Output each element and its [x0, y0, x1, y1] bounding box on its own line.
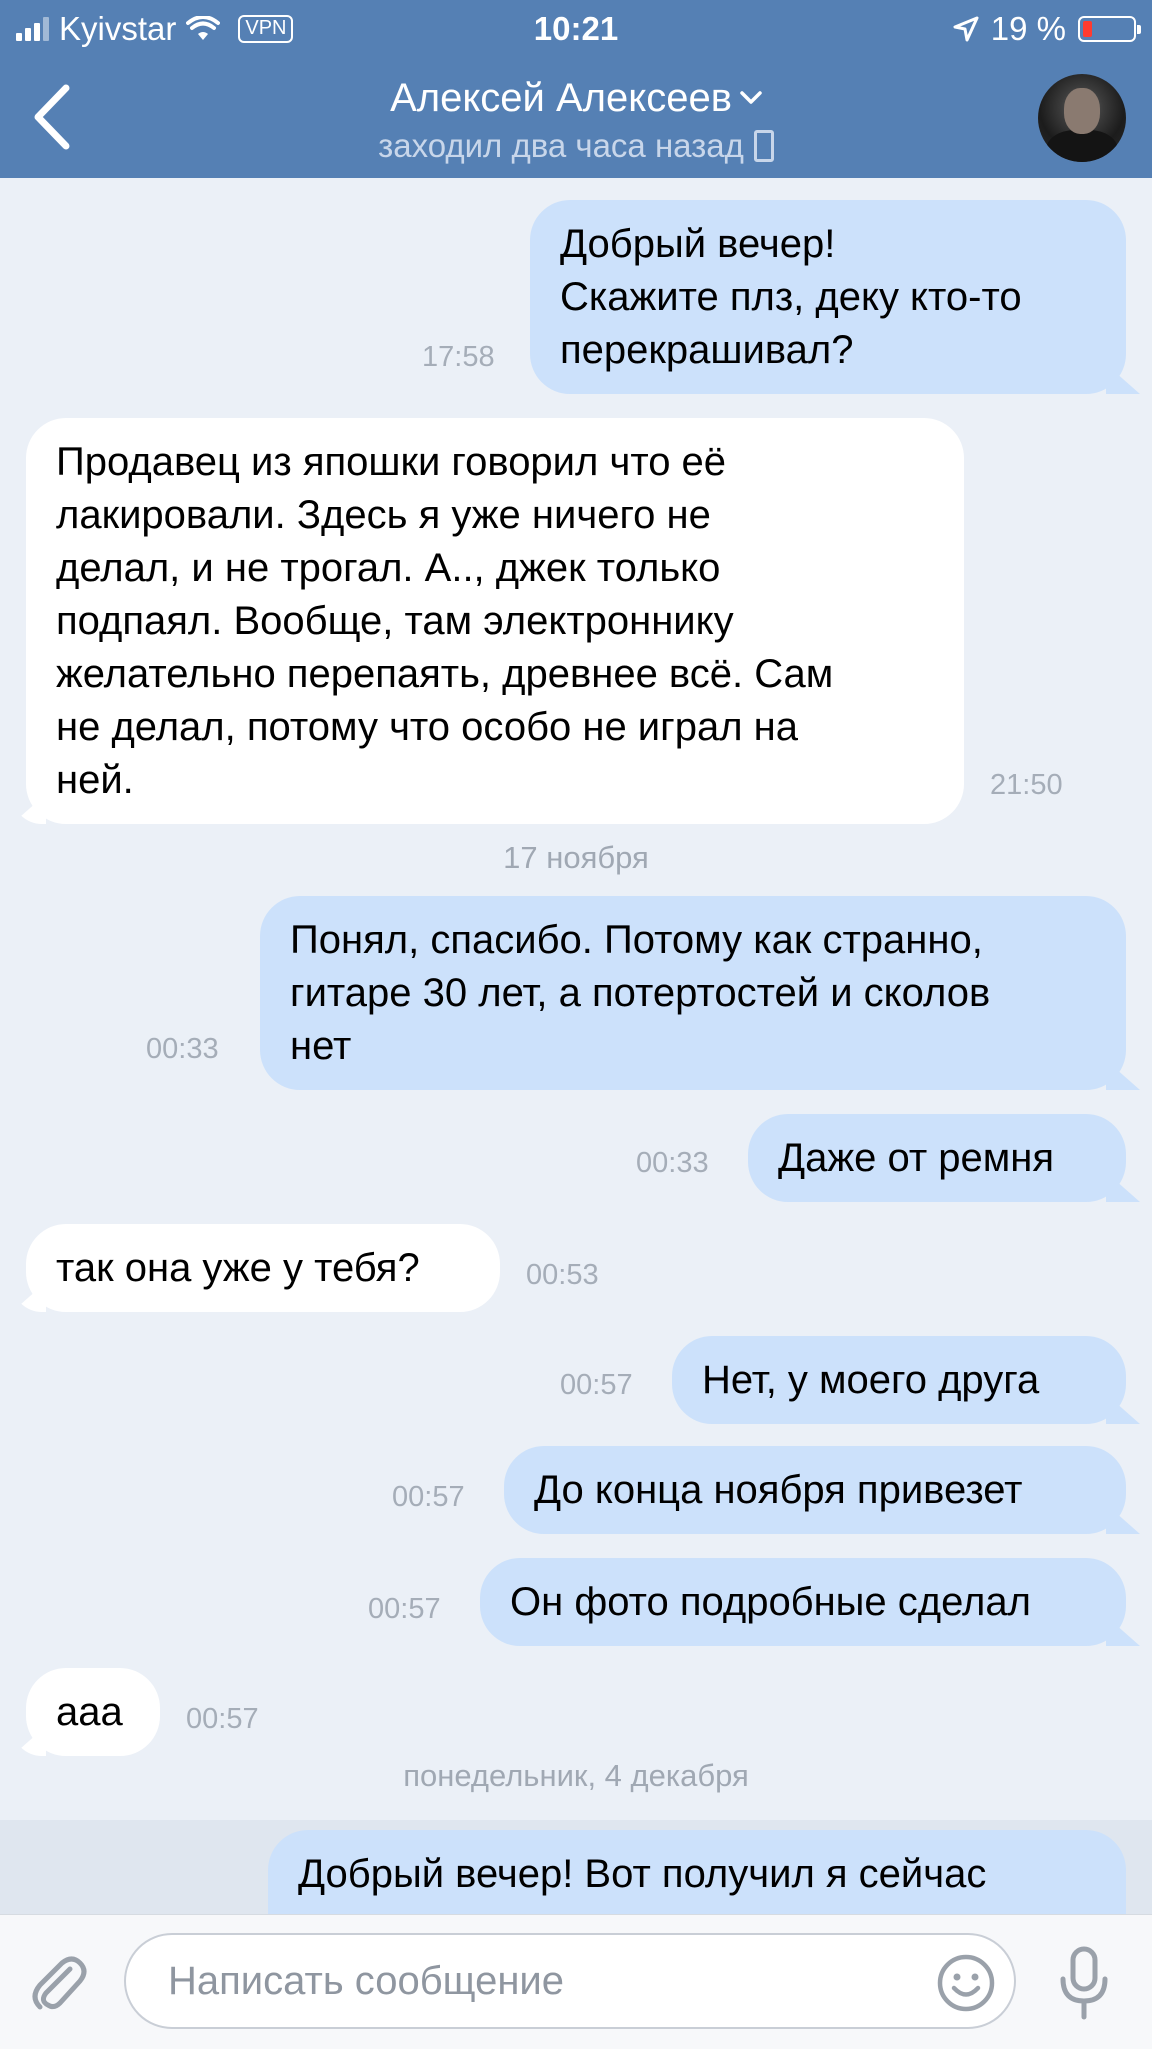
- message-bubble[interactable]: Он фото подробные сделал: [480, 1558, 1126, 1646]
- back-button[interactable]: [24, 82, 84, 152]
- message-bubble[interactable]: Нет, у моего друга: [672, 1336, 1126, 1424]
- smiley-icon: [937, 1954, 995, 2012]
- last-seen-status: заходил два часа назад: [378, 127, 744, 164]
- message-bubble[interactable]: До конца ноября привезет: [504, 1446, 1126, 1534]
- date-separator: понедельник, 4 декабря: [403, 1758, 749, 1793]
- status-right: 19 %: [953, 0, 1141, 58]
- message-bubble[interactable]: Добрый вечер! Скажите плз, деку кто-то п…: [530, 200, 1126, 394]
- last-seen-row: заходил два часа назад: [378, 126, 774, 166]
- paperclip-icon: [32, 1956, 87, 2010]
- battery-level: [1083, 21, 1092, 37]
- date-separator: 17 ноября: [503, 840, 649, 875]
- message-bubble[interactable]: Добрый вечер! Вот получил я сейчас: [268, 1830, 1126, 1914]
- message-bubble[interactable]: Даже от ремня: [748, 1114, 1126, 1202]
- message-bubble[interactable]: так она уже у тебя?: [26, 1224, 500, 1312]
- microphone-icon: [1060, 1946, 1108, 2020]
- message-time: 17:58: [422, 341, 495, 373]
- message-time: 00:57: [368, 1593, 441, 1625]
- chevron-down-icon: [740, 91, 762, 104]
- attach-button[interactable]: [26, 1951, 90, 2015]
- message-input[interactable]: [124, 1933, 1016, 2029]
- phone-icon: [753, 130, 774, 162]
- avatar[interactable]: [1038, 74, 1126, 162]
- emoji-button[interactable]: [936, 1953, 996, 2013]
- message-bubble[interactable]: ааа: [26, 1668, 160, 1756]
- message-time: 00:53: [526, 1259, 599, 1291]
- composer-bar: [0, 1914, 1152, 2049]
- message-bubble[interactable]: Понял, спасибо. Потому как странно, гита…: [260, 896, 1126, 1090]
- location-arrow-icon: [953, 16, 979, 42]
- battery-icon: [1078, 16, 1141, 42]
- message-time: 00:33: [146, 1033, 219, 1065]
- message-time: 00:57: [392, 1481, 465, 1513]
- message-list[interactable]: Добрый вечер! Скажите плз, деку кто-то п…: [0, 178, 1152, 1914]
- message-time: 00:57: [560, 1369, 633, 1401]
- contact-name-row: Алексей Алексеев: [390, 70, 762, 126]
- voice-message-button[interactable]: [1056, 1945, 1112, 2021]
- status-bar: Kyivstar VPN 10:21 19 %: [0, 0, 1152, 58]
- contact-info[interactable]: Алексей Алексеев заходил два часа назад: [200, 70, 952, 166]
- battery-percent: 19 %: [990, 10, 1066, 47]
- message-time: 00:57: [186, 1703, 259, 1735]
- chevron-left-icon: [34, 84, 70, 150]
- message-time: 00:33: [636, 1147, 709, 1179]
- message-time: 21:50: [990, 769, 1063, 801]
- message-bubble[interactable]: Продавец из япошки говорил что её лакиро…: [26, 418, 964, 824]
- chat-header: Kyivstar VPN 10:21 19 % Алексей Алексеев: [0, 0, 1152, 178]
- contact-name: Алексей Алексеев: [390, 76, 732, 120]
